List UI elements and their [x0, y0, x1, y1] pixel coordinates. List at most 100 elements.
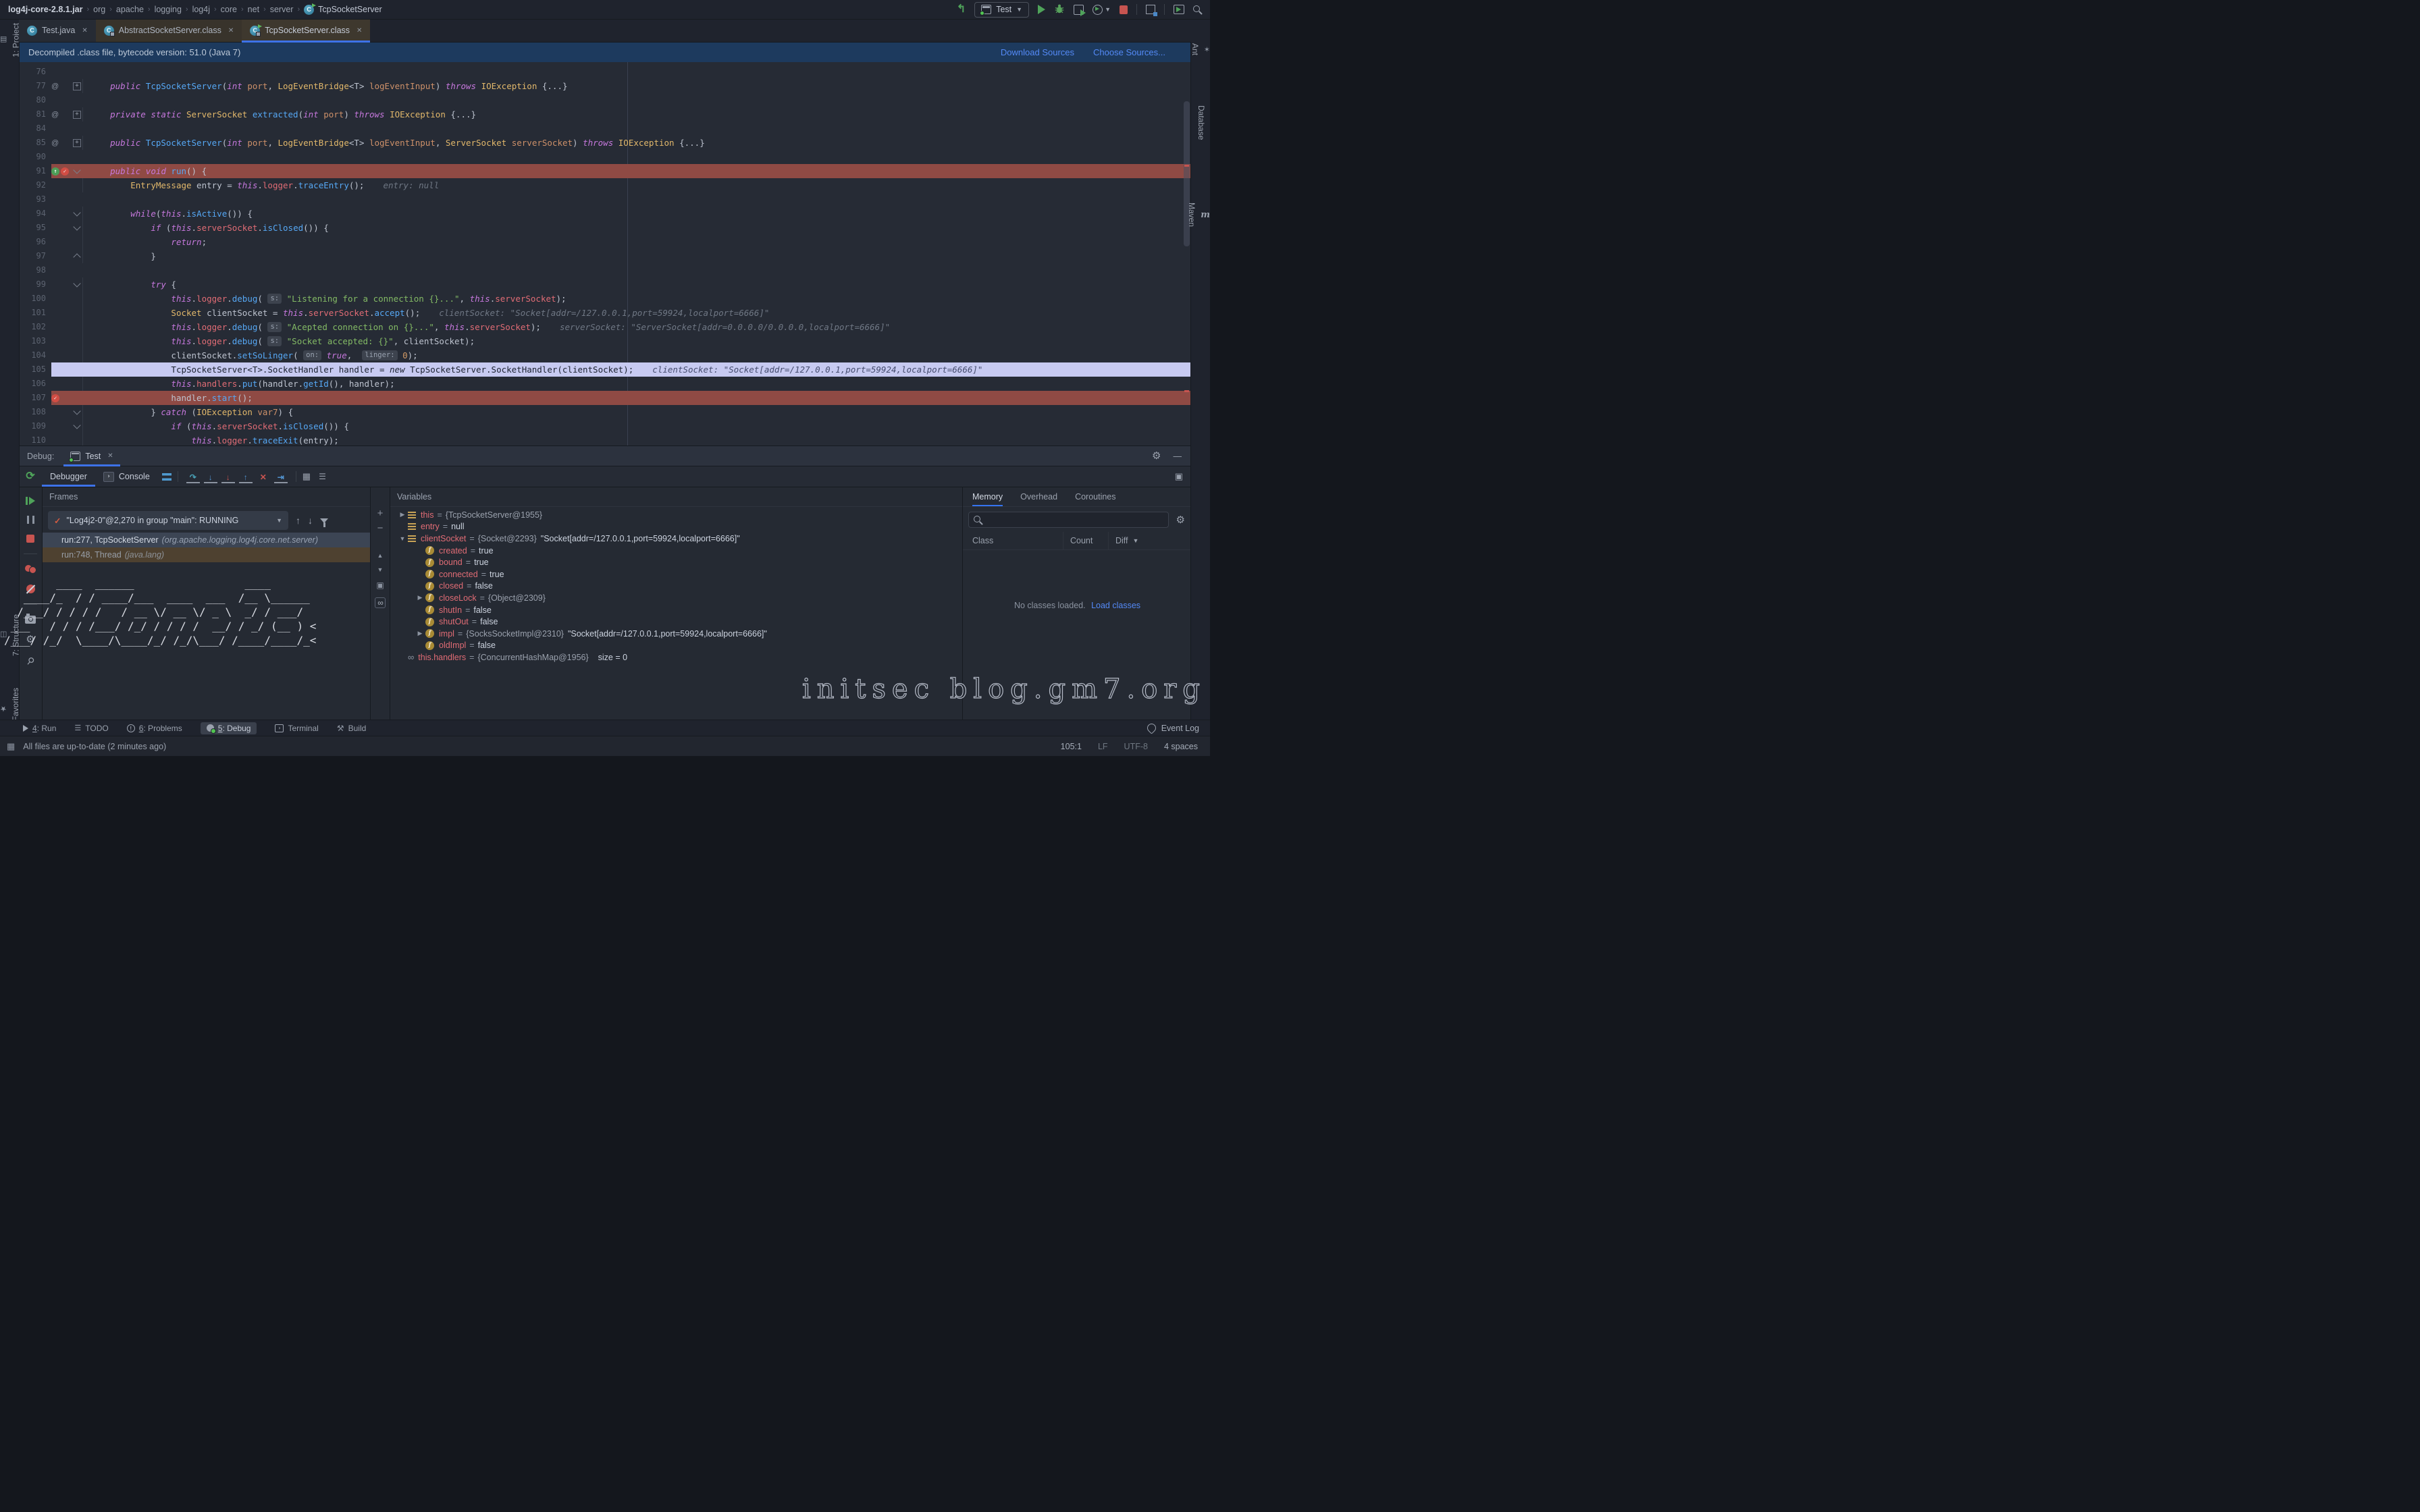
- code-line[interactable]: 92 EntryMessage entry = this.logger.trac…: [19, 178, 1191, 192]
- fold-region[interactable]: +: [72, 136, 82, 150]
- tab-overhead[interactable]: Overhead: [1020, 487, 1057, 506]
- pin-icon[interactable]: ⚲: [24, 655, 37, 668]
- breadcrumb-item[interactable]: core: [221, 5, 237, 14]
- collapse-chevron-icon[interactable]: ▼: [397, 535, 408, 542]
- hotswap-arrow-icon[interactable]: ↰: [957, 4, 966, 15]
- close-icon[interactable]: ✕: [357, 27, 362, 34]
- evaluate-expression-icon[interactable]: ▦: [302, 471, 311, 482]
- breadcrumb-item[interactable]: org: [93, 5, 105, 14]
- editor-tab[interactable]: CTcpSocketServer.class✕: [242, 19, 370, 42]
- tool-window-icon[interactable]: [1174, 5, 1184, 14]
- stripe-item-maven[interactable]: mMaven: [1191, 202, 1210, 227]
- encoding-widget[interactable]: UTF-8: [1124, 742, 1148, 751]
- stack-frame-row[interactable]: run:748, Thread (java.lang): [43, 547, 371, 562]
- settings-icon[interactable]: ☰: [319, 472, 326, 481]
- code-line[interactable]: 110 this.logger.traceExit(entry);: [19, 433, 1191, 446]
- variable-row[interactable]: foldImpl=false: [390, 640, 962, 652]
- rerun-icon[interactable]: ⟳: [26, 471, 34, 482]
- stop-button[interactable]: [1120, 5, 1128, 14]
- debug-session-tab[interactable]: Test ✕: [63, 446, 120, 466]
- variable-row[interactable]: fshutOut=false: [390, 616, 962, 628]
- line-separator-widget[interactable]: LF: [1098, 742, 1108, 751]
- code-line[interactable]: 106 this.handlers.put(handler.getId(), h…: [19, 377, 1191, 391]
- code-line[interactable]: 85@+ public TcpSocketServer(int port, Lo…: [19, 136, 1191, 150]
- show-watches-toggle[interactable]: ∞: [375, 597, 386, 608]
- load-classes-link[interactable]: Load classes: [1091, 601, 1140, 610]
- code-line[interactable]: 101 Socket clientSocket = this.serverSoc…: [19, 306, 1191, 320]
- close-icon[interactable]: ✕: [228, 27, 234, 34]
- code-editor[interactable]: 7677@+ public TcpSocketServer(int port, …: [19, 62, 1191, 446]
- caret-position-widget[interactable]: 105:1: [1061, 742, 1082, 751]
- code-line[interactable]: 81@+ private static ServerSocket extract…: [19, 107, 1191, 122]
- fold-region[interactable]: [72, 249, 82, 263]
- breakpoint-icon[interactable]: ✓: [51, 394, 59, 402]
- force-step-into-button[interactable]: ↓: [221, 470, 235, 483]
- run-to-cursor-button[interactable]: ⇥: [274, 470, 288, 483]
- thread-selector[interactable]: ✓ "Log4j2-0"@2,270 in group "main": RUNN…: [48, 511, 288, 530]
- close-icon[interactable]: ✕: [82, 27, 87, 34]
- choose-sources-link[interactable]: Choose Sources...: [1093, 47, 1165, 57]
- variable-row[interactable]: fconnected=true: [390, 568, 962, 580]
- indent-widget[interactable]: 4 spaces: [1164, 742, 1198, 751]
- breadcrumb-root[interactable]: log4j-core-2.8.1.jar: [8, 5, 82, 14]
- move-down-icon[interactable]: ▼: [377, 566, 384, 573]
- mute-breakpoints-button[interactable]: [26, 585, 35, 593]
- column-diff[interactable]: Diff▼: [1109, 536, 1138, 545]
- code-line[interactable]: 90: [19, 150, 1191, 164]
- add-watch-icon[interactable]: +: [377, 509, 384, 518]
- breadcrumb-item[interactable]: log4j: [192, 5, 210, 14]
- variable-row[interactable]: fclosed=false: [390, 580, 962, 593]
- search-everywhere-icon[interactable]: [1193, 5, 1202, 14]
- run-button[interactable]: [1038, 5, 1045, 14]
- column-count[interactable]: Count: [1063, 532, 1109, 549]
- filter-frames-icon[interactable]: [320, 518, 328, 523]
- code-line[interactable]: 105 TcpSocketServer<T>.SocketHandler han…: [19, 362, 1191, 377]
- code-line[interactable]: 107✓ handler.start();: [19, 391, 1191, 405]
- code-line[interactable]: 102 this.logger.debug( s: "Acepted conne…: [19, 320, 1191, 334]
- code-line[interactable]: 95 if (this.serverSocket.isClosed()) {: [19, 221, 1191, 235]
- tab-console[interactable]: ›Console: [95, 466, 158, 487]
- tool-window-button-terminal[interactable]: ›Terminal: [275, 724, 318, 733]
- run-config-selector[interactable]: Test ▼: [974, 2, 1029, 18]
- fold-region[interactable]: +: [72, 79, 82, 93]
- code-line[interactable]: 109 if (this.serverSocket.isClosed()) {: [19, 419, 1191, 433]
- editor-tab[interactable]: CTest.java✕: [19, 19, 96, 42]
- gear-icon[interactable]: ⚙: [1152, 451, 1161, 461]
- stripe-item-7-structure[interactable]: ◫7: Structure: [0, 614, 19, 656]
- code-line[interactable]: 99 try {: [19, 277, 1191, 292]
- fold-region[interactable]: [72, 419, 82, 433]
- breadcrumb-item[interactable]: server: [270, 5, 294, 14]
- error-stripe-breakpoint-mark[interactable]: [1184, 165, 1189, 167]
- stop-button[interactable]: [26, 535, 34, 543]
- close-icon[interactable]: ✕: [107, 452, 113, 460]
- breadcrumb-leaf[interactable]: CTcpSocketServer: [304, 5, 382, 15]
- code-line[interactable]: 76: [19, 65, 1191, 79]
- breadcrumb-item[interactable]: net: [248, 5, 259, 14]
- tool-window-button-run[interactable]: 4: Run: [23, 724, 56, 733]
- variable-row[interactable]: ▶this={TcpSocketServer@1955}: [390, 509, 962, 521]
- project-structure-icon[interactable]: [1146, 5, 1155, 14]
- variable-row[interactable]: fcreated=true: [390, 545, 962, 557]
- drop-frame-button[interactable]: ✕: [257, 470, 270, 483]
- tool-window-button-debug[interactable]: 5: Debug: [201, 722, 257, 734]
- variable-row[interactable]: ▼clientSocket={Socket@2293}"Socket[addr=…: [390, 533, 962, 545]
- code-line[interactable]: 103 this.logger.debug( s: "Socket accept…: [19, 334, 1191, 348]
- tab-coroutines[interactable]: Coroutines: [1075, 487, 1115, 506]
- variable-row[interactable]: fshutIn=false: [390, 604, 962, 616]
- download-sources-link[interactable]: Download Sources: [1001, 47, 1074, 57]
- breadcrumb-item[interactable]: logging: [155, 5, 182, 14]
- variable-row[interactable]: ▶fcloseLock={Object@2309}: [390, 592, 962, 604]
- thread-dump-icon[interactable]: [25, 616, 36, 624]
- move-up-icon[interactable]: ▲: [377, 552, 384, 559]
- variable-row[interactable]: entry=null: [390, 521, 962, 533]
- column-class[interactable]: Class: [963, 532, 1063, 549]
- layout-settings-icon[interactable]: [162, 473, 172, 481]
- breakpoint-icon[interactable]: ✓: [61, 167, 69, 176]
- code-line[interactable]: 94 while(this.isActive()) {: [19, 207, 1191, 221]
- hide-icon[interactable]: —: [1174, 452, 1182, 461]
- toolbox-icon[interactable]: ▦: [7, 741, 15, 752]
- resume-button[interactable]: [26, 497, 35, 505]
- view-breakpoints-button[interactable]: [25, 565, 36, 574]
- code-line[interactable]: 104 clientSocket.setSoLinger( on: true, …: [19, 348, 1191, 362]
- stripe-item-ant[interactable]: ✶Ant: [1191, 43, 1210, 55]
